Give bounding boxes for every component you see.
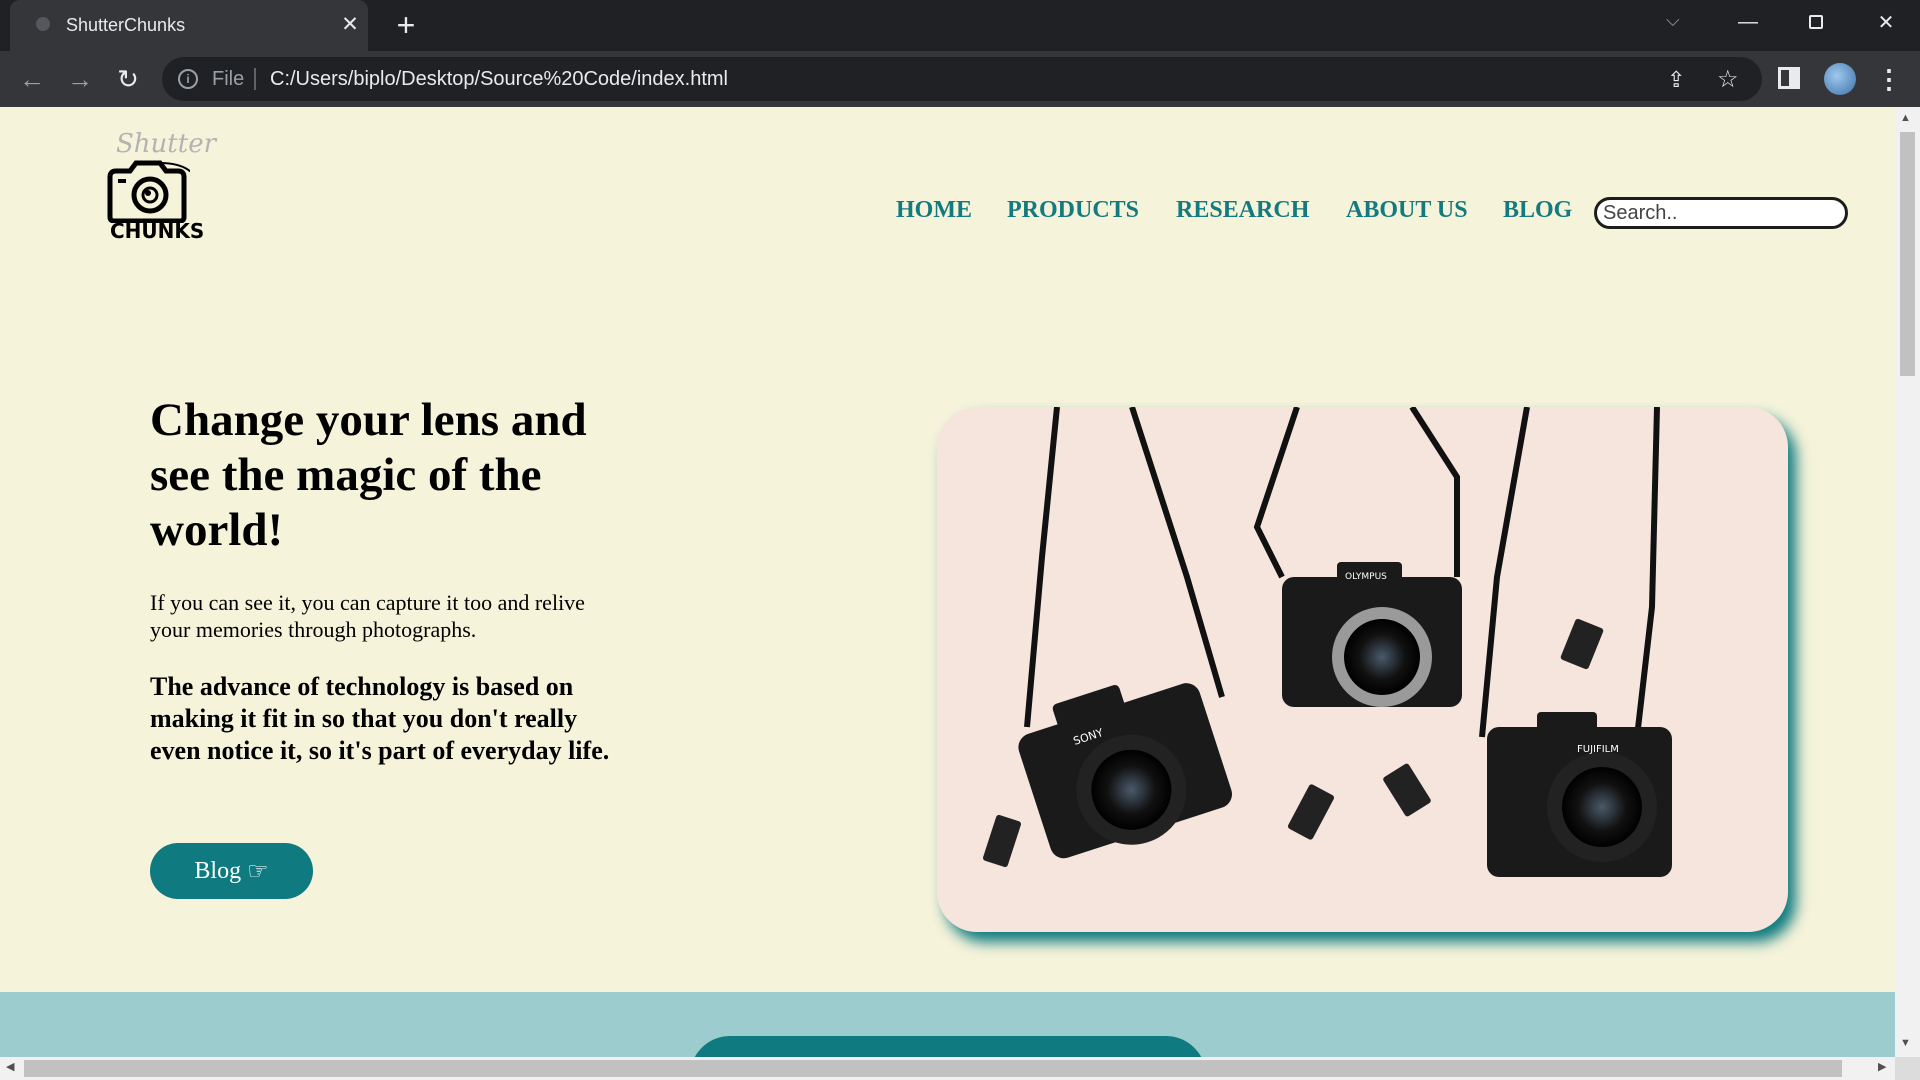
hero-title: Change your lens and see the magic of th…: [150, 394, 587, 556]
browser-tab-bar: ShutterChunks ✕ + ⌵ — ✕: [0, 0, 1920, 51]
reload-icon[interactable]: ↻: [110, 61, 146, 97]
restore-button[interactable]: [1786, 0, 1846, 44]
menu-icon[interactable]: ⋮: [1876, 61, 1902, 97]
nav-link-about-us[interactable]: ABOUT US: [1346, 197, 1468, 224]
share-icon[interactable]: ⇪: [1667, 67, 1685, 93]
browser-toolbar: ← → ↻ i File C:/Users/biplo/Desktop/Sour…: [0, 51, 1920, 107]
vertical-scroll-thumb[interactable]: [1900, 132, 1915, 376]
site-logo[interactable]: Shutter CHUNKS: [100, 129, 216, 247]
nav-link-home[interactable]: HOME: [896, 197, 972, 224]
section-heading-pill: [690, 1036, 1206, 1057]
scrollbar-corner: [1895, 1057, 1920, 1080]
blog-button-label: Blog: [194, 857, 242, 884]
star-icon[interactable]: ☆: [1717, 65, 1739, 94]
url-text[interactable]: C:/Users/biplo/Desktop/Source%20Code/ind…: [270, 68, 728, 91]
scroll-down-icon[interactable]: ▼: [1900, 1037, 1911, 1049]
scroll-right-icon[interactable]: ▶: [1878, 1060, 1886, 1073]
browser-tab[interactable]: ShutterChunks ✕: [10, 0, 368, 51]
logo-script-text: Shutter: [116, 129, 217, 159]
close-window-button[interactable]: ✕: [1856, 0, 1916, 44]
blog-button[interactable]: Blog ☞: [150, 843, 313, 899]
search-input[interactable]: [1594, 197, 1848, 229]
hero-text: If you can see it, you can capture it to…: [150, 590, 585, 642]
nav-link-products[interactable]: PRODUCTS: [1007, 197, 1139, 224]
logo-wordmark: CHUNKS: [110, 219, 205, 243]
page-viewport: Shutter CHUNKS HOME PRODUCTS RESEARCH AB…: [0, 107, 1895, 1057]
address-separator: [254, 68, 256, 90]
minimize-button[interactable]: —: [1718, 0, 1778, 44]
olympus-brand-label: OLYMPUS: [1345, 572, 1387, 582]
cameras-illustration: SONY OLYMPUS FUJIFILM: [983, 407, 1672, 877]
nav-link-research[interactable]: RESEARCH: [1176, 197, 1309, 224]
profile-avatar[interactable]: [1824, 63, 1856, 95]
file-label: File: [212, 68, 245, 90]
forward-arrow-icon[interactable]: →: [62, 61, 98, 97]
new-tab-button[interactable]: +: [390, 9, 422, 41]
nav-link-blog[interactable]: BLOG: [1503, 197, 1572, 224]
camera-logo-icon: [107, 160, 190, 223]
hero-quote: The advance of technology is based on ma…: [150, 672, 610, 765]
scroll-up-icon[interactable]: ▲: [1900, 112, 1911, 124]
horizontal-scroll-thumb[interactable]: [24, 1060, 1842, 1077]
pointing-hand-icon: ☞: [247, 858, 269, 885]
back-arrow-icon[interactable]: ←: [14, 61, 50, 97]
address-bar[interactable]: i File C:/Users/biplo/Desktop/Source%20C…: [162, 57, 1762, 101]
side-panel-icon[interactable]: [1778, 67, 1800, 89]
restore-icon: [1809, 15, 1823, 29]
tab-title: ShutterChunks: [66, 15, 186, 35]
favicon-icon: [36, 17, 50, 31]
tab-search-icon[interactable]: ⌵: [1666, 10, 1680, 31]
scroll-left-icon[interactable]: ◀: [6, 1060, 14, 1073]
info-icon[interactable]: i: [178, 69, 198, 89]
tab-close-icon[interactable]: ✕: [337, 12, 363, 38]
hero-cameras-image: SONY OLYMPUS FUJIFILM: [937, 407, 1788, 932]
fujifilm-brand-label: FUJIFILM: [1577, 744, 1619, 755]
